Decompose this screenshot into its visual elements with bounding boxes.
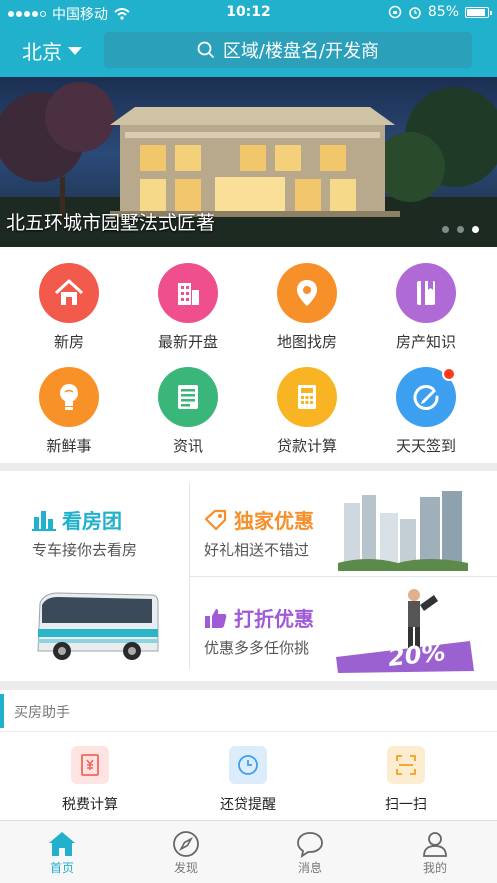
- bottom-tab-bar: 首页 发现 消息 我的: [0, 820, 497, 883]
- helper-item-scan[interactable]: 扫一扫: [346, 746, 466, 814]
- tab-label: 发现: [173, 861, 198, 875]
- banner-dot[interactable]: [457, 226, 464, 233]
- alarm-icon: [409, 7, 421, 19]
- tour-subtitle: 专车接你去看房: [32, 541, 138, 559]
- compass-icon: [124, 829, 248, 859]
- tax-icon: [71, 746, 109, 784]
- lightbulb-icon: [39, 367, 99, 427]
- feature-grid: 新房 最新开盘 地图找房 房产知识 新鲜事 资讯 贷款计算 天天签到: [0, 247, 497, 463]
- discount-art: 20%: [330, 585, 480, 675]
- grid-label: 最新开盘: [157, 333, 218, 351]
- exclusive-offer-card[interactable]: 独家优惠 好礼相送不错过: [190, 471, 497, 576]
- grid-item-information[interactable]: 资讯: [138, 367, 238, 456]
- promo-section: 看房团 专车接你去看房 独家优惠 好礼相送不错过 打折优惠 优惠多多任你挑 20…: [0, 471, 497, 681]
- thumbs-up-icon: [205, 608, 227, 628]
- map-pin-icon: [277, 263, 337, 323]
- sign-in-icon: [396, 367, 456, 427]
- search-icon: [197, 41, 215, 59]
- tag-icon: [204, 509, 227, 530]
- profile-icon: [373, 829, 497, 859]
- message-icon: [248, 829, 372, 859]
- news-icon: [158, 367, 218, 427]
- helper-header: 买房助手: [0, 690, 497, 732]
- tab-profile[interactable]: 我的: [373, 829, 497, 876]
- grid-item-loan-calculator[interactable]: 贷款计算: [257, 367, 357, 456]
- banner-pagination: [442, 226, 479, 233]
- tab-messages[interactable]: 消息: [248, 829, 372, 876]
- search-placeholder: 区域/楼盘名/开发商: [222, 41, 380, 62]
- city-label: 北京: [22, 40, 62, 64]
- calculator-icon: [277, 367, 337, 427]
- banner-dot-active[interactable]: [472, 226, 479, 233]
- tour-title: 看房团: [62, 509, 122, 533]
- buying-helper-section: 买房助手 税费计算 还贷提醒 扫一扫: [0, 690, 497, 820]
- discount-subtitle: 优惠多多任你挑: [204, 639, 310, 657]
- helper-label: 税费计算: [62, 797, 118, 813]
- rotation-lock-icon: [388, 5, 402, 19]
- grid-item-daily-signin[interactable]: 天天签到: [376, 367, 476, 456]
- accent-bar: [0, 694, 4, 728]
- tab-label: 我的: [422, 861, 447, 875]
- grid-label: 资讯: [172, 437, 203, 455]
- grid-label: 新鲜事: [46, 437, 92, 455]
- grid-label: 贷款计算: [276, 437, 337, 455]
- tour-bus-illustration: [37, 592, 159, 660]
- grid-label: 地图找房: [276, 333, 337, 351]
- battery-percent: 85%: [427, 4, 459, 20]
- notification-dot: [442, 367, 456, 381]
- app-header: 中国移动 10:12 85% 北京 区域/楼盘名/开发商: [0, 0, 497, 77]
- promo-banner[interactable]: 北五环城市园墅法式匠著: [0, 77, 497, 247]
- house-icon: [39, 263, 99, 323]
- helper-item-tax-calculator[interactable]: 税费计算: [30, 746, 150, 814]
- grid-label: 房产知识: [395, 333, 456, 351]
- search-bar[interactable]: 区域/楼盘名/开发商: [104, 32, 472, 68]
- grid-label: 天天签到: [395, 437, 456, 455]
- grid-item-latest-openings[interactable]: 最新开盘: [138, 263, 238, 352]
- grid-item-fresh-news[interactable]: 新鲜事: [19, 367, 119, 456]
- banner-caption: 北五环城市园墅法式匠著: [6, 212, 216, 234]
- clock-icon: [229, 746, 267, 784]
- battery-icon: [465, 6, 492, 18]
- exclusive-subtitle: 好礼相送不错过: [204, 541, 310, 559]
- building-icon: [158, 263, 218, 323]
- banner-dot[interactable]: [442, 226, 449, 233]
- grid-item-new-homes[interactable]: 新房: [19, 263, 119, 352]
- home-icon: [0, 829, 124, 859]
- discount-art-text: 20%: [386, 638, 447, 672]
- tab-label: 首页: [49, 861, 74, 875]
- book-icon: [396, 263, 456, 323]
- discount-offer-card[interactable]: 打折优惠 优惠多多任你挑 20%: [190, 577, 497, 681]
- skyscrapers-illustration: [338, 491, 468, 571]
- caret-down-icon: [68, 46, 82, 55]
- grid-label: 新房: [53, 333, 84, 351]
- helper-item-repayment-reminder[interactable]: 还贷提醒: [188, 746, 308, 814]
- exclusive-title: 独家优惠: [234, 509, 314, 533]
- tab-home[interactable]: 首页: [0, 829, 124, 876]
- scan-icon: [387, 746, 425, 784]
- bar-chart-icon: [32, 510, 56, 531]
- helper-title: 买房助手: [14, 705, 70, 721]
- discount-title: 打折优惠: [234, 607, 314, 631]
- tab-label: 消息: [297, 861, 322, 875]
- city-selector[interactable]: 北京: [22, 36, 82, 65]
- status-bar: 中国移动 10:12 85%: [0, 0, 497, 26]
- helper-label: 扫一扫: [385, 797, 427, 813]
- helper-label: 还贷提醒: [220, 797, 276, 813]
- tab-discover[interactable]: 发现: [124, 829, 248, 876]
- house-tour-card[interactable]: 看房团 专车接你去看房: [0, 471, 189, 681]
- grid-item-map-search[interactable]: 地图找房: [257, 263, 357, 352]
- grid-item-property-knowledge[interactable]: 房产知识: [376, 263, 476, 352]
